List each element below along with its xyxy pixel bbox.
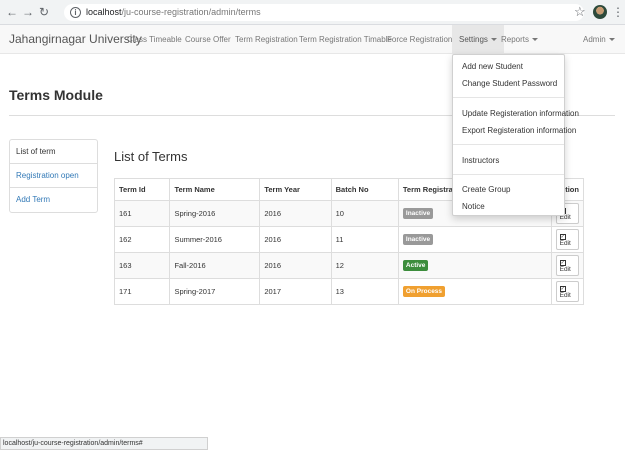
- sidebar-item-add-term[interactable]: Add Term: [10, 188, 97, 212]
- back-icon[interactable]: ←: [4, 4, 20, 20]
- edit-label: Edit: [559, 266, 571, 273]
- settings-dropdown: Add new Student Change Student Password …: [452, 54, 579, 216]
- caret-down-icon: [490, 38, 497, 42]
- caret-down-icon: [608, 38, 615, 42]
- nav-term-registration-timetable[interactable]: Term Registration Timable: [299, 25, 392, 54]
- menu-update-registration-info[interactable]: Update Registeration information: [462, 109, 579, 118]
- status-cell: Inactive: [397, 226, 552, 253]
- menu-divider: [453, 144, 564, 145]
- term-name: Summer-2016: [169, 226, 261, 253]
- nav-force-registration[interactable]: Force Registration: [387, 25, 462, 54]
- nav-admin-label: Admin: [583, 35, 606, 44]
- nav-force-registration-label: Force Registration: [387, 35, 453, 44]
- status-badge: On Process: [402, 286, 446, 297]
- term-id: 161: [113, 200, 171, 227]
- column-header: Term Id: [113, 178, 171, 201]
- term-year: 2016: [259, 226, 332, 253]
- edit-label: Edit: [559, 240, 571, 247]
- info-icon[interactable]: i: [70, 7, 81, 18]
- table-row: 163 Fall-2016 2016 12 Active ✓Edit: [113, 252, 585, 279]
- browser-toolbar: ← → ↻ i localhost/ju-course-registration…: [0, 0, 625, 25]
- column-header: Batch No: [330, 178, 399, 201]
- navbar: Jahangirnagar University Class Timeable …: [0, 25, 625, 54]
- menu-change-student-password[interactable]: Change Student Password: [462, 79, 557, 88]
- term-year: 2016: [259, 252, 332, 279]
- table-row: 171 Spring-2017 2017 13 On Process ✓Edit: [113, 278, 585, 305]
- term-id: 171: [113, 278, 171, 305]
- batch-no: 11: [330, 226, 399, 253]
- url-path: /ju-course-registration/admin/terms: [121, 7, 261, 17]
- term-name: Spring-2016: [169, 200, 261, 227]
- profile-avatar[interactable]: [593, 5, 607, 19]
- column-header: Term Year: [259, 178, 332, 201]
- nav-term-registration[interactable]: Term Registration: [235, 25, 298, 54]
- sidebar-item-list-of-term[interactable]: List of term: [10, 140, 97, 164]
- menu-divider: [453, 174, 564, 175]
- term-id: 163: [113, 252, 171, 279]
- term-year: 2016: [259, 200, 332, 227]
- column-header: Term Name: [169, 178, 261, 201]
- term-name: Fall-2016: [169, 252, 261, 279]
- nav-class-timetable[interactable]: Class Timeable: [127, 25, 182, 54]
- status-badge: Inactive: [402, 234, 434, 245]
- action-cell: ✓Edit: [550, 252, 585, 279]
- nav-settings-label: Settings: [459, 35, 488, 44]
- status-cell: On Process: [397, 278, 552, 305]
- menu-add-new-student[interactable]: Add new Student: [462, 62, 523, 71]
- table-row: 162 Summer-2016 2016 11 Inactive ✓Edit: [113, 226, 585, 253]
- bookmark-star-icon[interactable]: ☆: [574, 4, 586, 20]
- nav-admin[interactable]: Admin: [583, 25, 615, 54]
- browser-status-bar: localhost/ju-course-registration/admin/t…: [0, 437, 208, 450]
- nav-settings[interactable]: Settings: [452, 25, 504, 54]
- brand[interactable]: Jahangirnagar University: [9, 32, 142, 46]
- sidebar: List of term Registration open Add Term: [9, 139, 98, 213]
- status-cell: Active: [397, 252, 552, 279]
- page-title: Terms Module: [9, 87, 103, 103]
- nav-reports[interactable]: Reports: [501, 25, 539, 54]
- menu-export-registration-info[interactable]: Export Registeration information: [462, 126, 576, 135]
- menu-create-group[interactable]: Create Group: [462, 185, 510, 194]
- list-title: List of Terms: [114, 149, 188, 164]
- action-cell: ✓Edit: [550, 278, 585, 305]
- batch-no: 12: [330, 252, 399, 279]
- status-badge: Active: [402, 260, 429, 271]
- reload-icon[interactable]: ↻: [36, 4, 52, 20]
- menu-divider: [453, 97, 564, 98]
- url-host: localhost: [86, 7, 122, 17]
- nav-reports-label: Reports: [501, 35, 530, 44]
- menu-instructors[interactable]: Instructors: [462, 156, 499, 165]
- term-name: Spring-2017: [169, 278, 261, 305]
- batch-no: 10: [330, 200, 399, 227]
- browser-menu-icon[interactable]: ⋮: [612, 4, 624, 20]
- edit-button[interactable]: ✓Edit: [555, 255, 579, 276]
- menu-notice[interactable]: Notice: [462, 202, 485, 211]
- nav-course-offer[interactable]: Course Offer: [185, 25, 231, 54]
- edit-button[interactable]: ✓Edit: [555, 281, 579, 302]
- edit-button[interactable]: ✓Edit: [555, 229, 579, 250]
- term-year: 2017: [259, 278, 332, 305]
- batch-no: 13: [330, 278, 399, 305]
- forward-icon[interactable]: →: [20, 4, 36, 20]
- sidebar-item-registration-open[interactable]: Registration open: [10, 164, 97, 188]
- url-text: localhost/ju-course-registration/admin/t…: [86, 6, 261, 19]
- address-bar[interactable]: i localhost/ju-course-registration/admin…: [64, 4, 584, 21]
- action-cell: ✓Edit: [550, 226, 585, 253]
- caret-down-icon: [532, 38, 539, 42]
- edit-label: Edit: [559, 292, 571, 299]
- term-id: 162: [113, 226, 171, 253]
- status-badge: Inactive: [402, 208, 434, 219]
